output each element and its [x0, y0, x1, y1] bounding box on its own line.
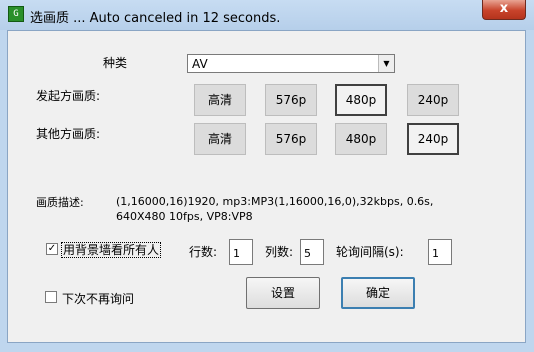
dialog-client-area: 种类 AV ▼ 发起方画质: 高清 576p 480p 240p 其他方画质: … [7, 30, 526, 343]
check-icon: ✓ [47, 243, 57, 254]
local-quality-label: 发起方画质: [36, 89, 101, 103]
dont-ask-label[interactable]: 下次不再询问 [62, 290, 134, 307]
ok-button[interactable]: 确定 [341, 277, 415, 309]
type-select-value: AV [192, 57, 208, 71]
description-line-2: 640X480 10fps, VP8:VP8 [116, 210, 253, 223]
type-select[interactable]: AV ▼ [187, 54, 395, 73]
dont-ask-checkbox[interactable] [45, 291, 57, 303]
chevron-down-icon[interactable]: ▼ [378, 55, 394, 72]
local-quality-576p-button[interactable]: 576p [265, 84, 317, 116]
description-label: 画质描述: [36, 196, 84, 209]
app-icon: G [8, 6, 24, 22]
interval-label: 轮询间隔(s): [336, 245, 404, 259]
rows-input[interactable]: 1 [229, 239, 253, 265]
wall-label-text[interactable]: 用背景墙看所有人 [61, 242, 162, 258]
remote-quality-240p-button[interactable]: 240p [407, 123, 459, 155]
wall-checkbox-label[interactable]: 用背景墙看所有人 [61, 241, 162, 258]
dialog-window: G 选画质 ... Auto canceled in 12 seconds. x… [0, 0, 534, 352]
settings-button[interactable]: 设置 [246, 277, 320, 309]
cols-input[interactable]: 5 [300, 239, 324, 265]
remote-quality-480p-button[interactable]: 480p [335, 123, 387, 155]
description-line-1: (1,16000,16)1920, mp3:MP3(1,16000,16,0),… [116, 195, 434, 208]
local-quality-hd-button[interactable]: 高清 [194, 84, 246, 116]
window-title: 选画质 ... Auto canceled in 12 seconds. [30, 11, 281, 26]
remote-quality-hd-button[interactable]: 高清 [194, 123, 246, 155]
local-quality-480p-button[interactable]: 480p [335, 84, 387, 116]
quality-description: (1,16000,16)1920, mp3:MP3(1,16000,16,0),… [116, 194, 433, 224]
local-quality-240p-button[interactable]: 240p [407, 84, 459, 116]
close-icon: x [499, 1, 509, 16]
wall-checkbox[interactable]: ✓ [46, 243, 58, 255]
title-bar[interactable]: G 选画质 ... Auto canceled in 12 seconds. x [0, 0, 534, 30]
interval-input[interactable]: 1 [428, 239, 452, 265]
remote-quality-label: 其他方画质: [36, 127, 101, 141]
rows-label: 行数: [189, 245, 218, 259]
type-label: 种类 [103, 56, 128, 70]
cols-label: 列数: [265, 245, 294, 259]
close-button[interactable]: x [482, 0, 526, 20]
remote-quality-576p-button[interactable]: 576p [265, 123, 317, 155]
